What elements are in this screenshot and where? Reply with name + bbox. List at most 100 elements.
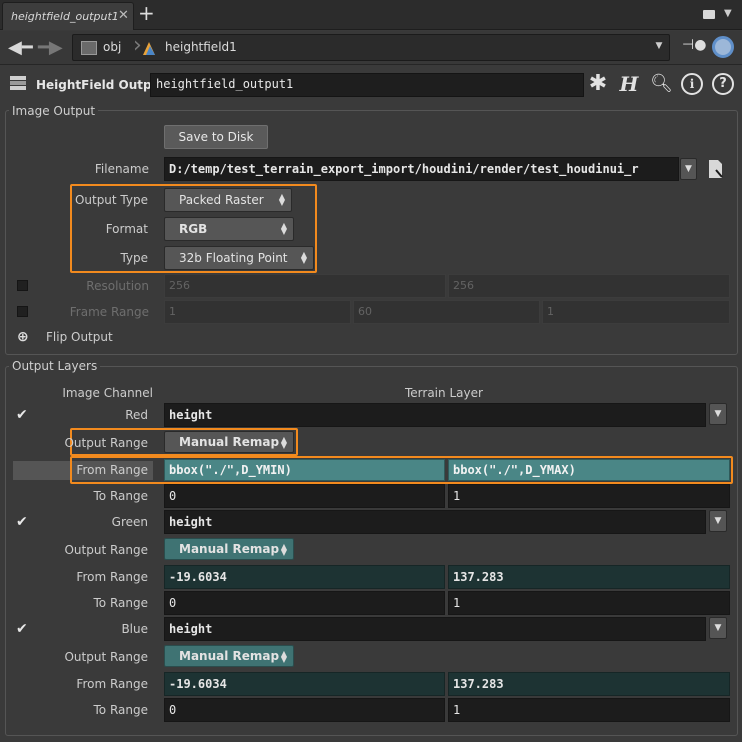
- houdini-asset-icon[interactable]: H: [618, 73, 640, 95]
- forward-arrow-icon[interactable]: ━▶: [38, 39, 63, 57]
- type-menu[interactable]: 32b Floating Point ▲ ▼: [164, 246, 314, 270]
- expand-plus-icon[interactable]: ⊕: [17, 329, 29, 345]
- path-bar: ◀━ ━▶ obj › heightfield1 ▼ ⊣●: [0, 31, 742, 65]
- frame-end-field[interactable]: 60: [353, 300, 540, 324]
- format-value: RGB: [179, 222, 208, 236]
- red-label: Red: [125, 408, 148, 422]
- menu-arrows-icon: ▲ ▼: [280, 221, 287, 236]
- green-to-min-field[interactable]: 0: [164, 591, 445, 615]
- menu-arrows-icon: ▲ ▼: [280, 435, 287, 450]
- red-from-range-label: From Range: [76, 463, 148, 477]
- blue-enable-checkbox[interactable]: ✔: [16, 622, 28, 636]
- menu-arrows-icon: ▲ ▼: [280, 542, 287, 557]
- tab-close-icon[interactable]: ✕: [118, 8, 129, 23]
- red-from-max-field[interactable]: bbox("./",D_YMAX): [448, 459, 730, 481]
- output-type-menu[interactable]: Packed Raster ▲ ▼: [164, 188, 292, 212]
- red-output-range-label: Output Range: [64, 436, 148, 450]
- maximize-pane-icon[interactable]: [703, 10, 715, 19]
- green-label: Green: [111, 515, 148, 529]
- blue-to-range-label: To Range: [93, 703, 148, 717]
- path-node-label[interactable]: heightfield1: [165, 40, 237, 54]
- resolution-checkbox[interactable]: [17, 280, 28, 291]
- output-type-value: Packed Raster: [179, 193, 264, 207]
- filename-field[interactable]: D:/temp/test_terrain_export_import/houdi…: [164, 157, 679, 181]
- terrain-layer-header: Terrain Layer: [405, 386, 483, 400]
- menu-arrows-icon: ▲ ▼: [280, 649, 287, 664]
- red-output-range-value: Manual Remap: [179, 435, 280, 449]
- frame-range-checkbox[interactable]: [17, 306, 28, 317]
- red-layer-field[interactable]: height: [164, 403, 706, 427]
- green-layer-dropdown[interactable]: ▼: [709, 510, 727, 532]
- frame-start-field[interactable]: 1: [164, 300, 351, 324]
- heightfield-geo-icon: [143, 42, 155, 55]
- blue-layer-dropdown[interactable]: ▼: [709, 617, 727, 639]
- output-type-label: Output Type: [74, 193, 148, 207]
- green-enable-checkbox[interactable]: ✔: [16, 515, 28, 529]
- green-to-range-label: To Range: [93, 596, 148, 610]
- blue-from-range-label: From Range: [76, 677, 148, 691]
- red-to-max-field[interactable]: 1: [448, 484, 730, 508]
- blue-label: Blue: [121, 622, 148, 636]
- red-enable-checkbox[interactable]: ✔: [16, 408, 28, 422]
- filename-dropdown[interactable]: ▼: [680, 158, 697, 180]
- resolution-label: Resolution: [86, 279, 149, 293]
- blue-to-max-field[interactable]: 1: [448, 698, 730, 722]
- frame-step-field[interactable]: 1: [542, 300, 730, 324]
- save-to-disk-button[interactable]: Save to Disk: [164, 125, 268, 149]
- type-value: 32b Floating Point: [179, 251, 288, 265]
- filename-label: Filename: [94, 162, 149, 176]
- green-from-range-label: From Range: [76, 570, 148, 584]
- green-layer-field[interactable]: height: [164, 510, 706, 534]
- resolution-x-field[interactable]: 256: [164, 274, 446, 298]
- red-to-range-label: To Range: [93, 489, 148, 503]
- path-dropdown-icon[interactable]: ▼: [653, 41, 665, 55]
- link-pane-icon[interactable]: [712, 36, 734, 58]
- node-header: HeightField Output heightfield_output1 ✱…: [0, 66, 742, 102]
- pin-icon[interactable]: ⊣●: [682, 37, 706, 53]
- search-icon[interactable]: 🔍︎: [650, 73, 673, 95]
- red-from-min-field[interactable]: bbox("./",D_YMIN): [164, 459, 445, 481]
- blue-output-range-label: Output Range: [64, 650, 148, 664]
- green-from-max-field[interactable]: 137.283: [448, 565, 730, 589]
- frame-range-label: Frame Range: [69, 305, 149, 319]
- obj-context-icon: [81, 41, 97, 55]
- blue-to-min-field[interactable]: 0: [164, 698, 445, 722]
- red-to-min-field[interactable]: 0: [164, 484, 445, 508]
- menu-arrows-icon: ▲ ▼: [278, 192, 285, 207]
- help-icon[interactable]: ?: [712, 73, 734, 95]
- file-chooser-icon[interactable]: [706, 158, 726, 180]
- menu-arrows-icon: ▲ ▼: [300, 250, 307, 265]
- heightfield-output-icon: [10, 76, 26, 90]
- format-label: Format: [105, 222, 148, 236]
- back-arrow-icon[interactable]: ◀━: [8, 39, 33, 57]
- type-label: Type: [120, 251, 148, 265]
- tab-heightfield-output[interactable]: heightfield_output1 ✕: [2, 2, 134, 30]
- path-root-label[interactable]: obj: [103, 40, 121, 54]
- image-output-title: Image Output: [9, 104, 99, 118]
- add-tab-icon[interactable]: +: [138, 2, 155, 24]
- network-path[interactable]: obj › heightfield1 ▼: [72, 33, 670, 61]
- green-to-max-field[interactable]: 1: [448, 591, 730, 615]
- tab-label: heightfield_output1: [11, 10, 119, 23]
- blue-from-max-field[interactable]: 137.283: [448, 672, 730, 696]
- gear-icon[interactable]: ✱: [587, 73, 609, 95]
- node-type-label: HeightField Output: [36, 78, 166, 92]
- resolution-y-field[interactable]: 256: [448, 274, 730, 298]
- green-output-range-value: Manual Remap: [179, 542, 280, 556]
- green-output-range-label: Output Range: [64, 543, 148, 557]
- red-layer-dropdown[interactable]: ▼: [709, 403, 727, 425]
- blue-layer-field[interactable]: height: [164, 617, 706, 641]
- node-name-field[interactable]: heightfield_output1: [150, 73, 584, 97]
- info-icon[interactable]: i: [681, 73, 703, 95]
- flip-output-label[interactable]: Flip Output: [46, 330, 113, 344]
- output-layers-title: Output Layers: [9, 359, 101, 373]
- red-output-range-menu[interactable]: Manual Remap ▲ ▼: [164, 431, 294, 453]
- green-from-min-field[interactable]: -19.6034: [164, 565, 445, 589]
- format-menu[interactable]: RGB ▲ ▼: [164, 217, 294, 241]
- blue-output-range-value: Manual Remap: [179, 649, 280, 663]
- pane-menu-icon[interactable]: ▼: [724, 8, 732, 19]
- blue-from-min-field[interactable]: -19.6034: [164, 672, 445, 696]
- blue-output-range-menu[interactable]: Manual Remap ▲ ▼: [164, 645, 294, 667]
- green-output-range-menu[interactable]: Manual Remap ▲ ▼: [164, 538, 294, 560]
- image-channel-header: Image Channel: [62, 386, 153, 400]
